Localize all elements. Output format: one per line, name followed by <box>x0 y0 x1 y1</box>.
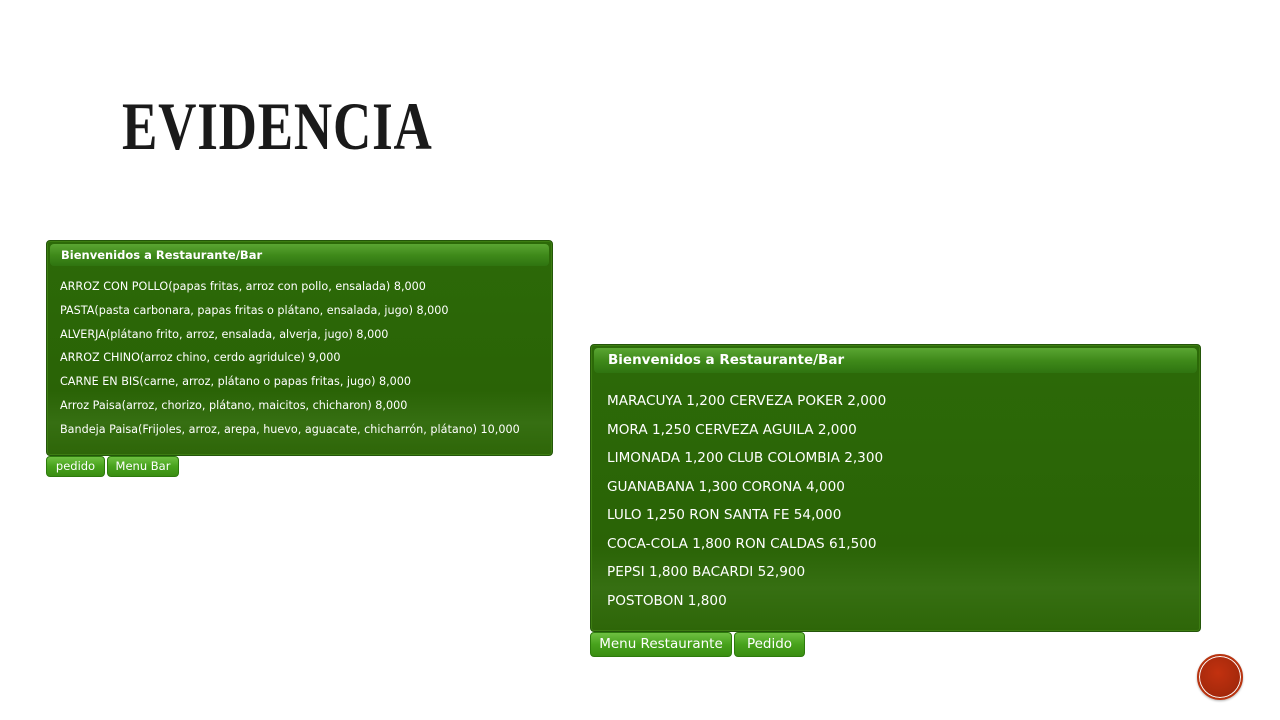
menu-restaurante-button[interactable]: Menu Restaurante <box>590 632 732 657</box>
food-menu-header: Bienvenidos a Restaurante/Bar <box>50 244 549 266</box>
food-menu-item: PASTA(pasta carbonara, papas fritas o pl… <box>60 303 449 317</box>
bar-menu-item: PEPSI 1,800 BACARDI 52,900 <box>607 564 806 580</box>
bar-menu-item: MARACUYA 1,200 CERVEZA POKER 2,000 <box>607 393 887 409</box>
bar-menu-header: Bienvenidos a Restaurante/Bar <box>594 348 1197 373</box>
bar-menu-list: MARACUYA 1,200 CERVEZA POKER 2,000 MORA … <box>607 392 886 620</box>
food-menu-item: Arroz Paisa(arroz, chorizo, plátano, mai… <box>60 398 408 412</box>
bar-menu-item: POSTOBON 1,800 <box>607 592 727 609</box>
bar-menu-panel: Bienvenidos a Restaurante/Bar MARACUYA 1… <box>590 344 1201 632</box>
next-slide-circle-icon[interactable] <box>1197 654 1243 700</box>
bar-menu-item: COCA-COLA 1,800 RON CALDAS 61,500 <box>607 535 877 552</box>
food-menu-item: CARNE EN BIS(carne, arroz, plátano o pap… <box>60 375 412 389</box>
food-menu-item: ARROZ CHINO(arroz chino, cerdo agridulce… <box>60 351 341 365</box>
bar-menu-item: MORA 1,250 CERVEZA AGUILA 2,000 <box>607 421 857 438</box>
bar-menu-item: GUANABANA 1,300 CORONA 4,000 <box>607 478 845 495</box>
pedido-button[interactable]: pedido <box>46 456 105 477</box>
bar-menu-item: LIMONADA 1,200 CLUB COLOMBIA 2,300 <box>607 450 884 466</box>
bar-menu-item: LULO 1,250 RON SANTA FE 54,000 <box>607 507 842 523</box>
food-menu-panel: Bienvenidos a Restaurante/Bar ARROZ CON … <box>46 240 553 456</box>
food-menu-item: ARROZ CON POLLO(papas fritas, arroz con … <box>60 280 426 293</box>
food-menu-list: ARROZ CON POLLO(papas fritas, arroz con … <box>60 279 520 446</box>
food-menu-item: ALVERJA(plátano frito, arroz, ensalada, … <box>60 327 389 341</box>
pedido-button[interactable]: Pedido <box>734 632 805 657</box>
food-menu-item: Bandeja Paisa(Frijoles, arroz, arepa, hu… <box>60 422 520 436</box>
slide-title: EVIDENCIA <box>122 88 433 164</box>
menu-bar-button[interactable]: Menu Bar <box>107 456 179 477</box>
